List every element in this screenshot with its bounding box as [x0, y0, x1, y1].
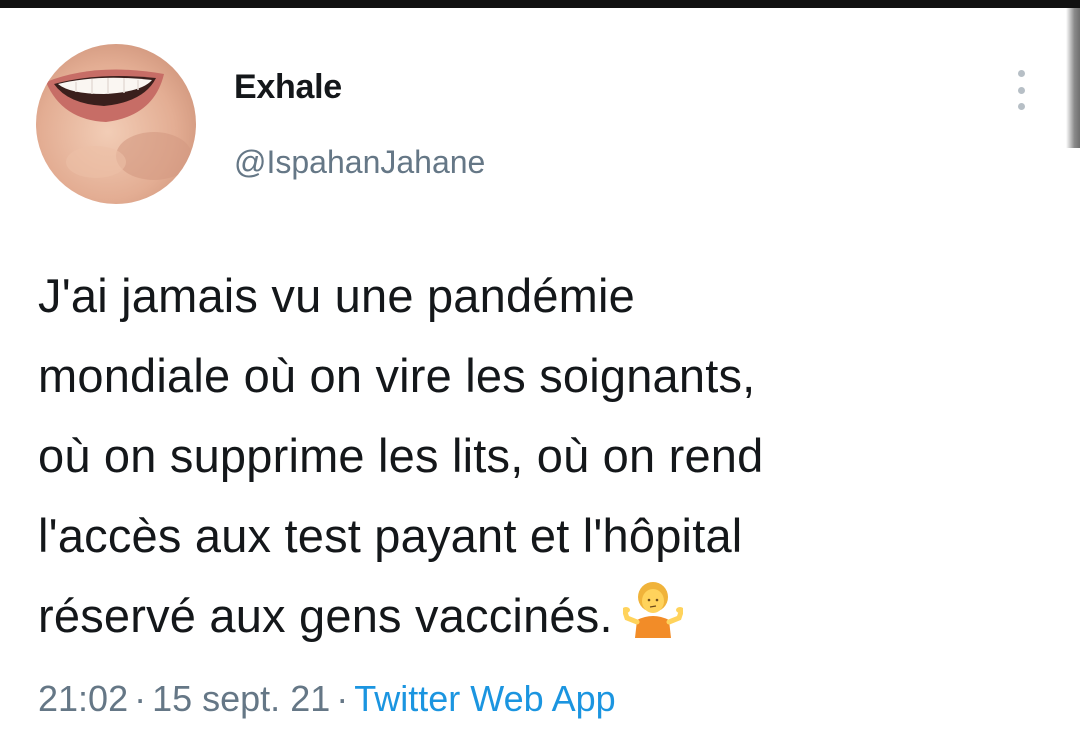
tweet-line: J'ai jamais vu une pandémie: [38, 269, 635, 322]
tweet-time[interactable]: 21:02: [38, 678, 128, 719]
tweet-meta: 21:02 · 15 sept. 21 · Twitter Web App: [38, 678, 616, 720]
tweet-line: où on supprime les lits, où on rend: [38, 429, 764, 482]
more-vertical-icon[interactable]: [1006, 68, 1036, 112]
avatar[interactable]: [36, 44, 196, 204]
scrollbar[interactable]: [1066, 8, 1080, 148]
tweet-source-link[interactable]: Twitter Web App: [354, 678, 615, 719]
dot: [1017, 103, 1025, 110]
person-shrugging-emoji-icon: [621, 580, 684, 662]
tweet-date[interactable]: 15 sept. 21: [152, 678, 330, 719]
meta-separator: ·: [134, 678, 147, 719]
tweet-line: réservé aux gens vaccinés.: [38, 589, 613, 642]
meta-separator: ·: [336, 678, 349, 719]
tweet-line: l'accès aux test payant et l'hôpital: [38, 509, 743, 562]
user-handle[interactable]: @IspahanJahane: [234, 144, 485, 181]
tweet-line: mondiale où on vire les soignants,: [38, 349, 756, 402]
tweet-text: J'ai jamais vu une pandémie mondiale où …: [38, 256, 1048, 662]
avatar-smile-photo: [36, 44, 196, 204]
dot: [1017, 70, 1025, 77]
display-name[interactable]: Exhale: [234, 68, 342, 107]
top-edge-bar: [0, 0, 1080, 8]
tweet-screenshot: Exhale @IspahanJahane J'ai jamais vu une…: [0, 0, 1080, 750]
dot: [1017, 86, 1025, 94]
